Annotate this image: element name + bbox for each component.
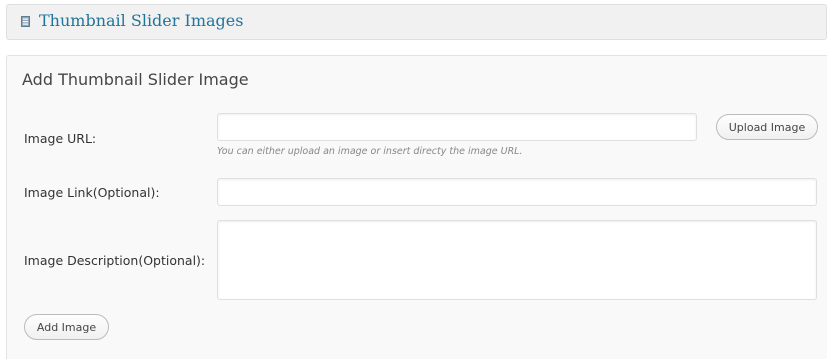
- form-title: Add Thumbnail Slider Image: [22, 70, 249, 89]
- add-image-button[interactable]: Add Image: [24, 314, 109, 340]
- image-description-textarea[interactable]: [217, 220, 817, 300]
- section-title[interactable]: Thumbnail Slider Images: [39, 11, 243, 30]
- upload-image-button[interactable]: Upload Image: [716, 114, 818, 140]
- image-url-hint: You can either upload an image or insert…: [217, 146, 523, 157]
- section-header-bar[interactable]: Thumbnail Slider Images: [6, 4, 827, 40]
- image-link-input[interactable]: [217, 178, 817, 206]
- add-image-panel: [6, 55, 827, 359]
- image-url-label: Image URL:: [24, 131, 97, 146]
- image-description-label: Image Description(Optional):: [24, 253, 206, 268]
- list-grid-icon: [21, 16, 30, 27]
- image-url-input[interactable]: [217, 113, 697, 141]
- image-link-label: Image Link(Optional):: [24, 185, 160, 200]
